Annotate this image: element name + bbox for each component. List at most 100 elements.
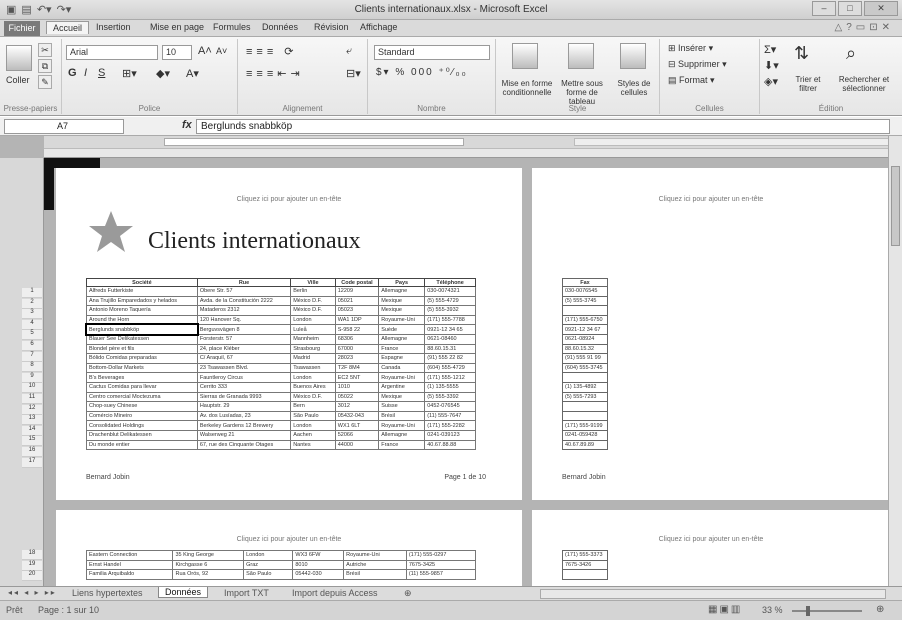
table-cell[interactable]: (171) 555-1212 <box>424 372 476 383</box>
table-cell[interactable]: Buenos Aires <box>290 381 336 393</box>
fax-cell[interactable]: (604) 555-3745 <box>562 362 608 374</box>
tab-page-layout[interactable]: Mise en page <box>150 22 204 32</box>
table-cell[interactable]: 23 Tsawassen Blvd. <box>196 362 292 374</box>
table-cell[interactable]: Mataderos 2312 <box>196 305 292 316</box>
fax-cell[interactable] <box>562 401 608 412</box>
row-number[interactable]: 8 <box>22 362 42 373</box>
column-headers[interactable] <box>44 148 890 157</box>
row-number[interactable]: 4 <box>22 319 42 330</box>
row-number[interactable]: 5 <box>22 330 42 341</box>
table-row[interactable]: Blauer See Delikatessen Forsterstr. 57 Man… <box>86 333 476 345</box>
table-row[interactable]: Ana Trujillo Emparedados y helados Avda. … <box>86 295 476 307</box>
table-cell[interactable]: Mannheim <box>290 333 336 345</box>
table-cell[interactable]: 68306 <box>334 333 380 345</box>
table-cell[interactable]: 7675-3425 <box>405 559 477 571</box>
cell-styles-icon[interactable] <box>620 43 646 69</box>
table-cell[interactable]: Hauptstr. 29 <box>196 401 292 412</box>
table-cell[interactable]: (1) 135-5555 <box>424 381 476 393</box>
table-cell[interactable]: México D.F. <box>290 295 336 307</box>
tab-file[interactable]: Fichier <box>4 21 40 36</box>
table-cell[interactable]: (171) 555-0297 <box>405 550 477 561</box>
table-row[interactable]: Cactus Comidas para llevar Cerrito 333 Bue… <box>86 381 476 393</box>
autosum-icon[interactable]: Σ▾ <box>764 43 776 56</box>
table-row[interactable]: Bottom-Dollar Markets 23 Tsawassen Blvd. T… <box>86 362 476 374</box>
table-cell[interactable]: France <box>378 439 426 451</box>
table-cell[interactable]: Berguvsvägen 8 <box>196 324 292 335</box>
table-cell[interactable]: Blondel père et fils <box>86 343 198 355</box>
table-cell[interactable]: Sierras de Granada 9993 <box>196 391 292 403</box>
table-cell[interactable]: Antonio Moreno Taquería <box>86 305 198 316</box>
tab-insert[interactable]: Insertion <box>96 22 131 32</box>
row-number[interactable]: 15 <box>22 436 42 447</box>
table-cell[interactable]: 8010 <box>292 559 345 571</box>
fax-cell[interactable]: (171) 555-6750 <box>562 314 608 326</box>
table-cell[interactable]: Drachenblut Delikatessen <box>86 429 198 441</box>
fax-cell[interactable]: (5) 555-7293 <box>562 391 608 403</box>
table-cell[interactable]: Forsterstr. 57 <box>196 333 292 345</box>
table-cell[interactable]: London <box>243 550 294 561</box>
paste-button[interactable]: Coller <box>6 75 30 85</box>
table-cell[interactable]: Espagne <box>378 353 426 364</box>
row-number[interactable]: 2 <box>22 298 42 309</box>
format-cells-button[interactable]: ▤ Format ▾ <box>668 75 715 86</box>
clear-icon[interactable]: ◈▾ <box>764 75 778 88</box>
copy-icon[interactable]: ⧉ <box>38 59 52 73</box>
row-number[interactable]: 6 <box>22 341 42 351</box>
sheet-tab-data[interactable]: Données <box>158 587 209 598</box>
table-cell[interactable]: (171) 555-7788 <box>424 314 476 326</box>
table-cell[interactable]: Kirchgasse 6 <box>172 559 245 571</box>
format-painter-icon[interactable]: ✎ <box>38 75 52 89</box>
table-cell[interactable]: Blauer See Delikatessen <box>86 333 198 345</box>
table-cell[interactable]: 40.67.88.88 <box>424 439 476 451</box>
table-cell[interactable]: Ernst Handel <box>85 559 174 571</box>
table-cell[interactable]: México D.F. <box>290 305 336 316</box>
table-cell[interactable]: Suède <box>378 324 426 335</box>
table-cell[interactable]: 05021 <box>334 295 380 307</box>
row-number[interactable]: 18 <box>22 550 42 560</box>
fax-cell[interactable]: (5) 555-3745 <box>562 295 608 307</box>
cut-icon[interactable]: ✂ <box>38 43 52 57</box>
find-select-button[interactable]: Rechercher et sélectionner <box>830 75 898 93</box>
table-cell[interactable]: Du monde entier <box>86 439 198 451</box>
table-cell[interactable]: (91) 555 22 82 <box>424 353 476 364</box>
table-cell[interactable]: (11) 555-7647 <box>424 410 476 422</box>
table-cell[interactable]: Luleå <box>290 324 336 335</box>
borders-icon[interactable]: ⊞▾ <box>122 67 137 80</box>
table-cell[interactable]: 120 Hanover Sq. <box>196 314 292 326</box>
fax-cell[interactable]: 40.67.89.89 <box>562 439 608 451</box>
table-cell[interactable]: Allemagne <box>378 333 426 345</box>
conditional-format-icon[interactable] <box>512 43 538 69</box>
sheet-tab-hyperlinks[interactable]: Liens hypertextes <box>66 588 149 598</box>
table-cell[interactable]: (171) 555-2282 <box>424 420 476 431</box>
table-cell[interactable]: Mexique <box>378 391 426 403</box>
row-number[interactable]: 19 <box>22 560 42 571</box>
font-color-icon[interactable]: A▾ <box>186 67 199 80</box>
table-cell[interactable]: Around the Horn <box>86 314 198 326</box>
table-cell[interactable]: Chop-suey Chinese <box>86 401 198 412</box>
table-cell[interactable]: Bern <box>290 401 336 412</box>
table-cell[interactable]: Argentine <box>378 381 426 393</box>
fill-color-icon[interactable]: ◆▾ <box>156 67 170 80</box>
table-cell[interactable]: Brésil <box>378 410 426 422</box>
table-cell[interactable]: Brésil <box>343 569 407 580</box>
table-cell[interactable]: (5) 555-3932 <box>424 305 476 316</box>
table-cell[interactable]: México D.F. <box>290 391 336 403</box>
table-cell[interactable]: 3012 <box>334 401 380 412</box>
table-cell[interactable]: 030-0074321 <box>424 286 476 297</box>
table-cell[interactable]: Berlin <box>290 286 336 297</box>
tab-formulas[interactable]: Formules <box>213 22 251 32</box>
table-row[interactable]: Around the Horn 120 Hanover Sq. London WA1 … <box>86 314 476 326</box>
table-cell[interactable]: São Paulo <box>290 410 336 422</box>
page-header-placeholder[interactable]: Cliquez ici pour ajouter un en-tête <box>56 196 522 203</box>
name-box[interactable]: A7 <box>4 119 124 134</box>
table-cell[interactable]: Canada <box>378 362 426 374</box>
table-cell[interactable]: Ana Trujillo Emparedados y helados <box>86 295 198 307</box>
table-cell[interactable]: Tsawassen <box>290 362 336 374</box>
insert-function-button[interactable]: fx <box>182 119 192 131</box>
table-cell[interactable]: Eastern Connection <box>85 550 174 561</box>
vertical-scrollbar[interactable] <box>888 136 902 586</box>
row-number[interactable]: 3 <box>22 309 42 320</box>
table-cell[interactable]: Consolidated Holdings <box>86 420 198 431</box>
row-number[interactable]: 14 <box>22 425 42 436</box>
fax-cell[interactable]: (1) 135-4892 <box>562 381 608 393</box>
